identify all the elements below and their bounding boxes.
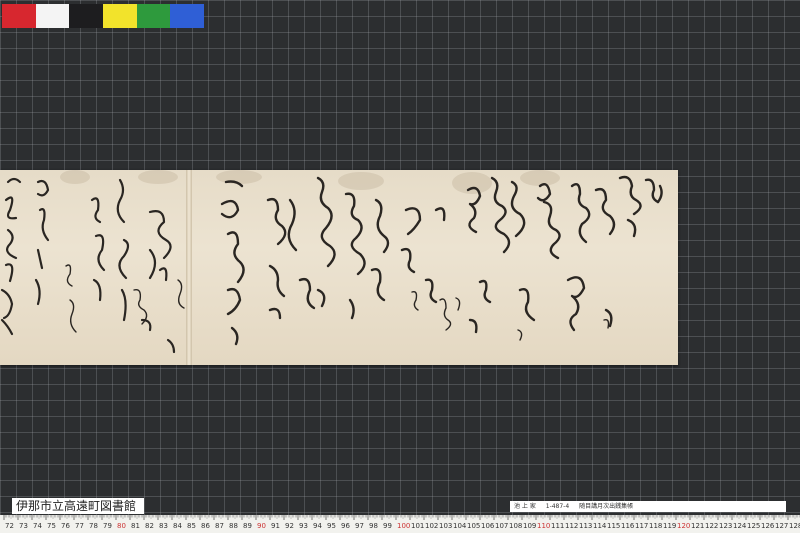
ruler-number: 78: [89, 522, 98, 530]
ruler-number: 127: [775, 522, 788, 530]
ruler-number: 108: [509, 522, 522, 530]
ruler-number: 99: [383, 522, 392, 530]
ruler-number: 94: [313, 522, 322, 530]
ruler-number: 113: [579, 522, 592, 530]
ruler-number: 103: [439, 522, 452, 530]
calligraphy-ink: [0, 175, 663, 354]
swatch-green: [136, 4, 171, 28]
ruler-number: 93: [299, 522, 308, 530]
ruler-number: 73: [19, 522, 28, 530]
ruler-number: 100: [397, 522, 410, 530]
library-label: 伊那市立高遠町図書館: [12, 498, 144, 514]
swatch-white: [35, 4, 70, 28]
ruler-number: 126: [761, 522, 775, 530]
ruler-number: 128: [789, 522, 800, 530]
ruler-number: 102: [425, 522, 438, 530]
swatch-red: [2, 4, 36, 28]
ruler-number: 85: [187, 522, 196, 530]
swatch-yellow: [103, 4, 137, 28]
ruler-number: 123: [719, 522, 732, 530]
ruler-number: 101: [411, 522, 424, 530]
ruler-number: 81: [131, 522, 140, 530]
manuscript-scroll: [0, 170, 678, 365]
ruler-number: 79: [103, 522, 112, 530]
ruler-number: 98: [369, 522, 378, 530]
ruler-number: 92: [285, 522, 294, 530]
ruler-number: 117: [635, 522, 648, 530]
ruler-number: 95: [327, 522, 336, 530]
ruler-number: 75: [47, 522, 56, 530]
ruler-number: 89: [243, 522, 252, 530]
ruler-number: 119: [663, 522, 676, 530]
ruler-number: 125: [747, 522, 760, 530]
ruler-number: 105: [467, 522, 480, 530]
ruler-number: 74: [33, 522, 42, 530]
ruler-number: 124: [733, 522, 747, 530]
ruler-number: 96: [341, 522, 350, 530]
ruler-number: 106: [481, 522, 495, 530]
ruler-number: 110: [537, 522, 550, 530]
ruler-number: 91: [271, 522, 280, 530]
ruler-number: 82: [145, 522, 154, 530]
ruler-number: 107: [495, 522, 508, 530]
ruler-number: 76: [61, 522, 70, 530]
ruler-number: 77: [75, 522, 84, 530]
ruler-number: 122: [705, 522, 718, 530]
ruler-number: 116: [621, 522, 635, 530]
ruler-number: 104: [453, 522, 467, 530]
ruler-number: 97: [355, 522, 364, 530]
catalog-number: 1-487-4: [545, 503, 570, 510]
ruler-scale: 72 73 74 75 76 77 78 79 80 81 82 83 84 85 86 87 88 89 90 91…: [3, 515, 800, 530]
ruler-number: 112: [565, 522, 578, 530]
ruler-number: 118: [649, 522, 662, 530]
ruler-number: 90: [257, 522, 266, 530]
ruler-number: 109: [523, 522, 536, 530]
ruler-number: 83: [159, 522, 168, 530]
ruler-number: 120: [677, 522, 690, 530]
ruler-number: 111: [551, 522, 564, 530]
ruler-number: 121: [691, 522, 704, 530]
ruler-number: 80: [117, 522, 126, 530]
swatch-black: [69, 4, 104, 28]
ruler-number: 115: [607, 522, 620, 530]
ruler-number: 87: [215, 522, 224, 530]
catalog-family: 池 上 家: [514, 503, 536, 510]
ruler-number: 86: [201, 522, 210, 530]
catalog-info-strip: 池 上 家 1-487-4 随目講月次出銭集帳: [510, 501, 786, 512]
ruler-number: 114: [593, 522, 607, 530]
ruler-number: 72: [5, 522, 14, 530]
catalog-title: 随目講月次出銭集帳: [579, 503, 634, 510]
swatch-blue: [170, 4, 205, 28]
color-calibration-bar: [2, 4, 205, 28]
ruler-number: 84: [173, 522, 182, 530]
measuring-ruler: 72 73 74 75 76 77 78 79 80 81 82 83 84 85 86 87 88 89 90 91…: [0, 515, 800, 533]
ruler-number: 88: [229, 522, 238, 530]
